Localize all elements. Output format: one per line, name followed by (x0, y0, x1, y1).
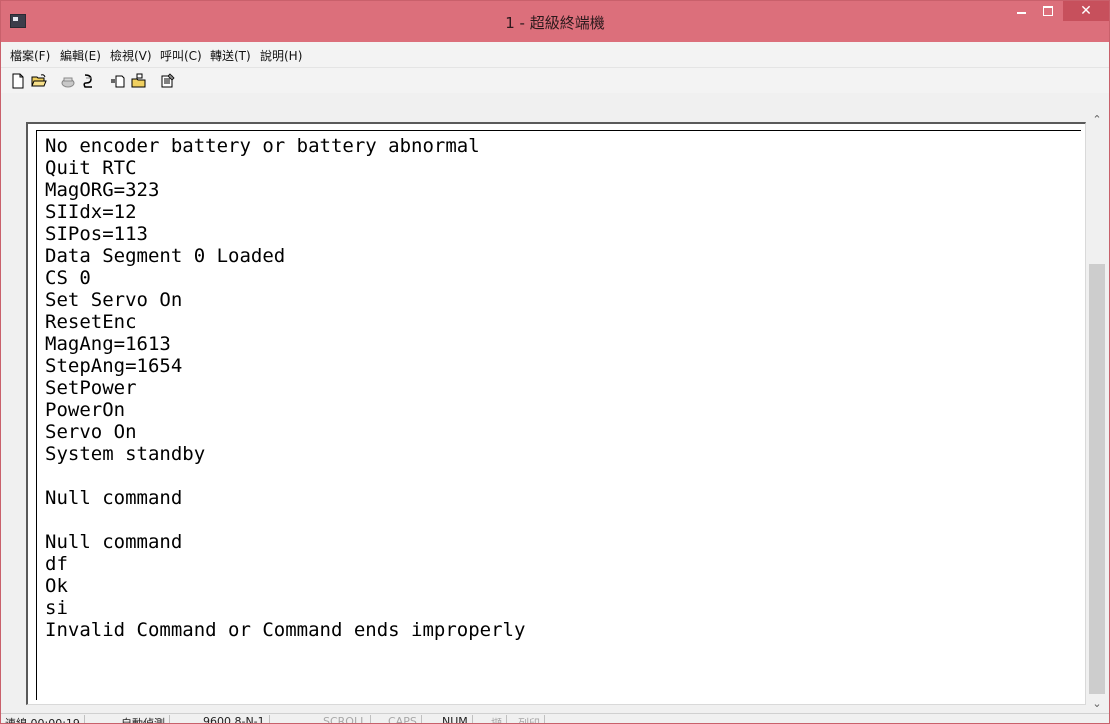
terminal-line: System standby (45, 443, 206, 465)
close-icon: ✕ (1080, 3, 1092, 19)
status-bar: 連線 00:00:19 自動偵測 9600 8-N-1 SCROLL CAPS … (1, 713, 1109, 723)
status-detect: 自動偵測 (117, 715, 170, 723)
terminal-line: PowerOn (45, 399, 126, 421)
properties-icon[interactable] (160, 73, 176, 89)
terminal-line: si (45, 597, 68, 619)
terminal-line: MagAng=1613 (45, 333, 171, 355)
terminal-line: Ok (45, 575, 68, 597)
call-icon[interactable] (60, 73, 76, 89)
scroll-down-button[interactable]: ⌄ (1088, 695, 1106, 712)
menu-transfer[interactable]: 轉送(T) (210, 47, 251, 64)
disconnect-icon[interactable] (81, 73, 97, 89)
terminal-line: MagORG=323 (45, 179, 160, 201)
vertical-scrollbar[interactable]: ⌃ ⌄ (1088, 111, 1106, 712)
chevron-down-icon: ⌄ (1092, 697, 1102, 710)
status-print: 列印 (514, 715, 545, 723)
menu-view[interactable]: 檢視(V) (110, 47, 152, 64)
minimize-button[interactable] (1008, 1, 1034, 21)
status-num: NUM (438, 715, 473, 723)
menu-call[interactable]: 呼叫(C) (160, 47, 202, 64)
menu-help[interactable]: 說明(H) (260, 47, 302, 64)
terminal-line: Null command (45, 487, 183, 509)
status-capture: 擷 (487, 715, 507, 723)
toolbar (1, 68, 1109, 93)
hyperterminal-window: 1 - 超級終端機 ✕ 檔案(F) 編輯(E) 檢視(V) 呼叫(C) 轉送(T… (0, 0, 1110, 724)
terminal-line: CS 0 (45, 267, 91, 289)
status-connect-time: 連線 00:00:19 (1, 715, 85, 723)
terminal-line: SetPower (45, 377, 137, 399)
terminal-line: SIIdx=12 (45, 201, 137, 223)
receive-icon[interactable] (131, 73, 147, 89)
chevron-up-icon: ⌃ (1092, 113, 1102, 126)
terminal-line: Invalid Command or Command ends improper… (45, 619, 526, 641)
terminal-line: df (45, 553, 68, 575)
status-settings: 9600 8-N-1 (199, 715, 270, 723)
new-document-icon[interactable] (10, 73, 26, 89)
status-caps: CAPS (384, 715, 422, 723)
terminal-text-region[interactable]: No encoder battery or battery abnormal Q… (36, 130, 1081, 700)
terminal-line: StepAng=1654 (45, 355, 183, 377)
terminal-line: No encoder battery or battery abnormal (45, 135, 480, 157)
scroll-thumb[interactable] (1089, 264, 1105, 694)
close-button[interactable]: ✕ (1063, 1, 1109, 21)
window-title: 1 - 超級終端機 (505, 14, 605, 32)
terminal-line: SIPos=113 (45, 223, 148, 245)
title-bar[interactable]: 1 - 超級終端機 ✕ (1, 1, 1109, 42)
maximize-button[interactable] (1035, 1, 1061, 21)
toolbar-spacer (1, 93, 1109, 113)
send-icon[interactable] (110, 73, 126, 89)
scroll-up-button[interactable]: ⌃ (1088, 111, 1106, 128)
menu-bar: 檔案(F) 編輯(E) 檢視(V) 呼叫(C) 轉送(T) 說明(H) (1, 42, 1109, 68)
terminal-line: Data Segment 0 Loaded (45, 245, 286, 267)
menu-file[interactable]: 檔案(F) (10, 47, 50, 64)
terminal-line: Null command (45, 531, 183, 553)
terminal-line: ResetEnc (45, 311, 137, 333)
terminal-line: Set Servo On (45, 289, 183, 311)
menu-edit[interactable]: 編輯(E) (60, 47, 101, 64)
status-scroll: SCROLL (319, 715, 372, 723)
open-folder-icon[interactable] (31, 73, 47, 89)
terminal-line: Servo On (45, 421, 137, 443)
terminal-line: Quit RTC (45, 157, 137, 179)
terminal-area[interactable]: No encoder battery or battery abnormal Q… (26, 122, 1086, 705)
